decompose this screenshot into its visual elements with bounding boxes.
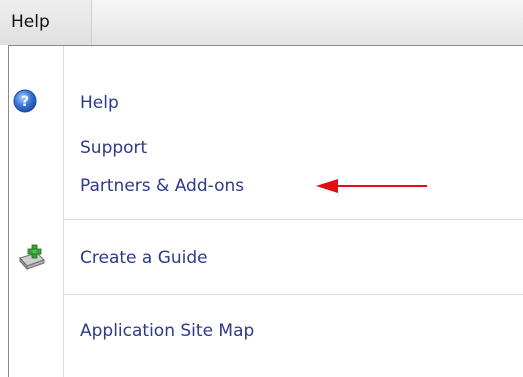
menu-bar: Help — [0, 0, 523, 45]
menu-item-help-label: Help — [80, 93, 119, 113]
menu-separator — [64, 294, 523, 295]
svg-text:?: ? — [21, 94, 29, 110]
menu-item-help[interactable]: Help — [80, 92, 119, 114]
menu-item-support-label: Support — [80, 138, 148, 158]
menu-item-partners-addons-label: Partners & Add-ons — [80, 176, 245, 196]
help-dropdown-menu: ? Help Support Partners & Add-ons Create… — [8, 45, 523, 377]
create-guide-icon — [17, 244, 47, 272]
help-question-icon: ? — [13, 89, 37, 113]
red-arrow-icon — [314, 176, 429, 196]
menu-item-application-site-map-label: Application Site Map — [80, 321, 255, 341]
menu-help-label: Help — [11, 12, 50, 32]
menu-item-create-guide-label: Create a Guide — [80, 248, 208, 268]
menu-item-partners-addons[interactable]: Partners & Add-ons — [80, 175, 244, 197]
menu-separator — [64, 219, 523, 220]
menu-item-create-guide[interactable]: Create a Guide — [80, 247, 208, 269]
menu-item-support[interactable]: Support — [80, 137, 147, 159]
menu-help[interactable]: Help — [0, 0, 92, 45]
menu-item-application-site-map[interactable]: Application Site Map — [80, 320, 254, 342]
